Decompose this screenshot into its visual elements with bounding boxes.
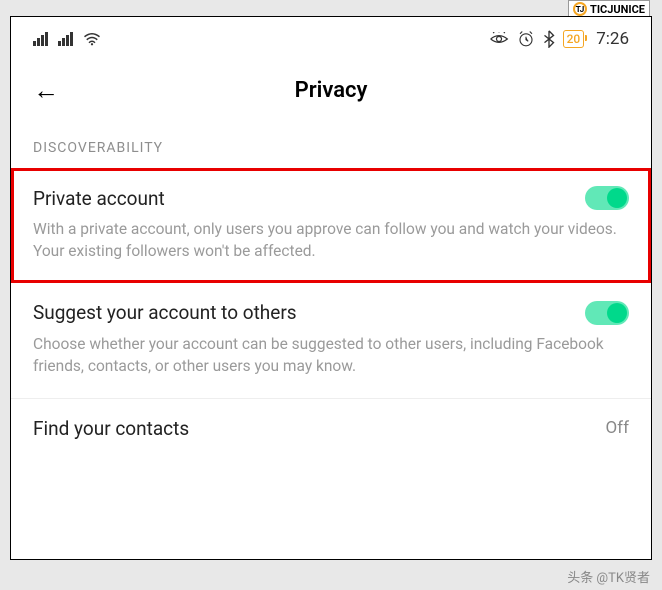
battery-icon: 20 bbox=[563, 30, 585, 48]
find-contacts-item[interactable]: Find your contacts Off bbox=[11, 399, 651, 460]
eye-icon bbox=[489, 32, 509, 46]
find-contacts-title: Find your contacts bbox=[33, 417, 189, 440]
page-title: Privacy bbox=[295, 78, 368, 103]
suggest-account-title: Suggest your account to others bbox=[33, 301, 297, 324]
bluetooth-icon bbox=[543, 30, 555, 48]
private-account-toggle[interactable] bbox=[585, 186, 629, 210]
section-label: DISCOVERABILITY bbox=[11, 126, 651, 168]
back-arrow-icon[interactable]: ← bbox=[33, 75, 59, 106]
private-account-item[interactable]: Private account With a private account, … bbox=[11, 168, 651, 283]
page-header: ← Privacy bbox=[11, 57, 651, 126]
phone-frame: 20 7:26 ← Privacy DISCOVERABILITY Privat… bbox=[10, 16, 652, 560]
clock-time: 7:26 bbox=[596, 29, 629, 49]
signal-icon-2 bbox=[58, 32, 73, 46]
private-account-title: Private account bbox=[33, 187, 165, 210]
find-contacts-value: Off bbox=[605, 418, 629, 438]
watermark-bottom: 头条 @TK贤者 bbox=[567, 567, 650, 586]
alarm-icon bbox=[517, 30, 535, 48]
private-account-desc: With a private account, only users you a… bbox=[33, 218, 629, 263]
signal-icon-1 bbox=[33, 32, 48, 46]
wifi-icon bbox=[83, 32, 101, 46]
status-bar: 20 7:26 bbox=[11, 17, 651, 57]
suggest-account-toggle[interactable] bbox=[585, 301, 629, 325]
suggest-account-item[interactable]: Suggest your account to others Choose wh… bbox=[11, 283, 651, 399]
suggest-account-desc: Choose whether your account can be sugge… bbox=[33, 333, 629, 378]
